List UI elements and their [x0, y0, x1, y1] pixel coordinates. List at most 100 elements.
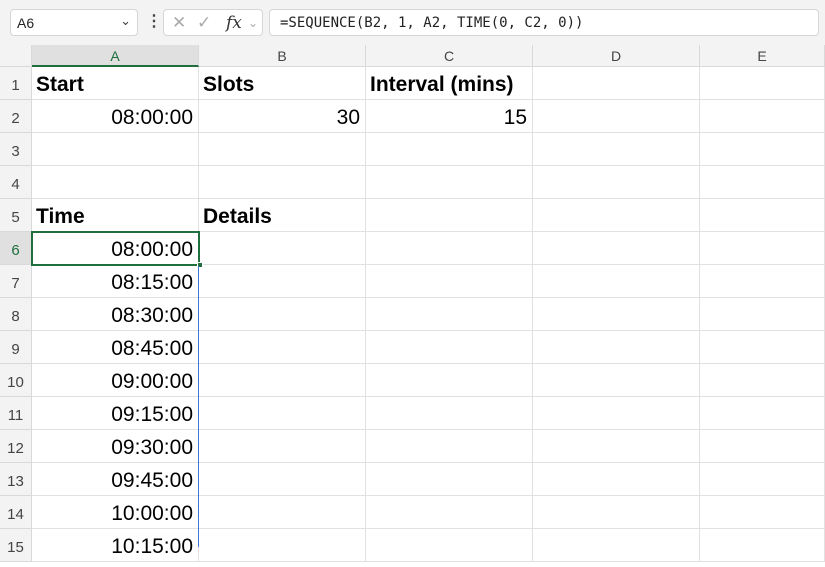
cell-B4[interactable]: [199, 166, 366, 199]
column-header-D[interactable]: D: [533, 45, 700, 67]
cell-C14[interactable]: [366, 496, 533, 529]
cell-E4[interactable]: [700, 166, 825, 199]
cell-D9[interactable]: [533, 331, 700, 364]
cell-A12[interactable]: 09:30:00: [32, 430, 199, 463]
column-header-B[interactable]: B: [199, 45, 366, 67]
cell-B7[interactable]: [199, 265, 366, 298]
cell-E15[interactable]: [700, 529, 825, 562]
more-options-icon[interactable]: ⋮: [146, 11, 162, 31]
cell-B1[interactable]: Slots: [199, 67, 366, 100]
cell-B15[interactable]: [199, 529, 366, 562]
cell-C15[interactable]: [366, 529, 533, 562]
chevron-down-icon[interactable]: ⌄: [248, 16, 258, 30]
cell-B13[interactable]: [199, 463, 366, 496]
row-header-10[interactable]: 10: [0, 364, 32, 397]
enter-icon[interactable]: ✓: [197, 13, 211, 33]
cell-D13[interactable]: [533, 463, 700, 496]
cell-E11[interactable]: [700, 397, 825, 430]
name-box[interactable]: A6 ⌄: [10, 9, 138, 36]
cell-C2[interactable]: 15: [366, 100, 533, 133]
row-header-8[interactable]: 8: [0, 298, 32, 331]
cell-E7[interactable]: [700, 265, 825, 298]
row-header-4[interactable]: 4: [0, 166, 32, 199]
cell-E9[interactable]: [700, 331, 825, 364]
cell-D15[interactable]: [533, 529, 700, 562]
column-header-E[interactable]: E: [700, 45, 825, 67]
cell-C1[interactable]: Interval (mins): [366, 67, 533, 100]
cell-B12[interactable]: [199, 430, 366, 463]
cell-E8[interactable]: [700, 298, 825, 331]
cell-D11[interactable]: [533, 397, 700, 430]
cell-D10[interactable]: [533, 364, 700, 397]
cell-D4[interactable]: [533, 166, 700, 199]
cell-E13[interactable]: [700, 463, 825, 496]
cell-C11[interactable]: [366, 397, 533, 430]
cell-E12[interactable]: [700, 430, 825, 463]
select-all-corner[interactable]: [0, 45, 32, 67]
cell-B5[interactable]: Details: [199, 199, 366, 232]
cell-A13[interactable]: 09:45:00: [32, 463, 199, 496]
cell-C8[interactable]: [366, 298, 533, 331]
row-header-11[interactable]: 11: [0, 397, 32, 430]
cell-B3[interactable]: [199, 133, 366, 166]
cell-C7[interactable]: [366, 265, 533, 298]
chevron-down-icon[interactable]: ⌄: [120, 13, 131, 29]
cell-E6[interactable]: [700, 232, 825, 265]
row-header-1[interactable]: 1: [0, 67, 32, 100]
cell-D5[interactable]: [533, 199, 700, 232]
cell-A11[interactable]: 09:15:00: [32, 397, 199, 430]
cell-B10[interactable]: [199, 364, 366, 397]
cell-D3[interactable]: [533, 133, 700, 166]
row-header-7[interactable]: 7: [0, 265, 32, 298]
column-header-A[interactable]: A: [32, 45, 199, 67]
cell-A14[interactable]: 10:00:00: [32, 496, 199, 529]
row-header-13[interactable]: 13: [0, 463, 32, 496]
row-header-9[interactable]: 9: [0, 331, 32, 364]
cell-C10[interactable]: [366, 364, 533, 397]
cell-E1[interactable]: [700, 67, 825, 100]
row-header-2[interactable]: 2: [0, 100, 32, 133]
cell-E3[interactable]: [700, 133, 825, 166]
cell-B14[interactable]: [199, 496, 366, 529]
cell-A8[interactable]: 08:30:00: [32, 298, 199, 331]
insert-function-icon[interactable]: fx: [226, 13, 242, 33]
cell-A2[interactable]: 08:00:00: [32, 100, 199, 133]
cell-C9[interactable]: [366, 331, 533, 364]
cell-A4[interactable]: [32, 166, 199, 199]
cell-E2[interactable]: [700, 100, 825, 133]
cancel-icon[interactable]: ✕: [172, 13, 186, 33]
cell-D1[interactable]: [533, 67, 700, 100]
cell-D12[interactable]: [533, 430, 700, 463]
cell-E5[interactable]: [700, 199, 825, 232]
cell-D14[interactable]: [533, 496, 700, 529]
row-header-5[interactable]: 5: [0, 199, 32, 232]
cell-E14[interactable]: [700, 496, 825, 529]
column-header-C[interactable]: C: [366, 45, 533, 67]
formula-input[interactable]: =SEQUENCE(B2, 1, A2, TIME(0, C2, 0)): [269, 9, 819, 36]
row-header-3[interactable]: 3: [0, 133, 32, 166]
cell-D7[interactable]: [533, 265, 700, 298]
cell-A1[interactable]: Start: [32, 67, 199, 100]
cell-A5[interactable]: Time: [32, 199, 199, 232]
cell-D8[interactable]: [533, 298, 700, 331]
row-header-14[interactable]: 14: [0, 496, 32, 529]
row-header-6[interactable]: 6: [0, 232, 32, 265]
cell-B8[interactable]: [199, 298, 366, 331]
cell-C3[interactable]: [366, 133, 533, 166]
row-header-15[interactable]: 15: [0, 529, 32, 562]
cell-E10[interactable]: [700, 364, 825, 397]
cell-B11[interactable]: [199, 397, 366, 430]
row-header-12[interactable]: 12: [0, 430, 32, 463]
cell-A15[interactable]: 10:15:00: [32, 529, 199, 562]
cell-A3[interactable]: [32, 133, 199, 166]
cell-C4[interactable]: [366, 166, 533, 199]
cell-A9[interactable]: 08:45:00: [32, 331, 199, 364]
cell-C6[interactable]: [366, 232, 533, 265]
cell-A7[interactable]: 08:15:00: [32, 265, 199, 298]
cell-A10[interactable]: 09:00:00: [32, 364, 199, 397]
cell-C5[interactable]: [366, 199, 533, 232]
cell-D2[interactable]: [533, 100, 700, 133]
cell-C12[interactable]: [366, 430, 533, 463]
cell-D6[interactable]: [533, 232, 700, 265]
cell-B2[interactable]: 30: [199, 100, 366, 133]
